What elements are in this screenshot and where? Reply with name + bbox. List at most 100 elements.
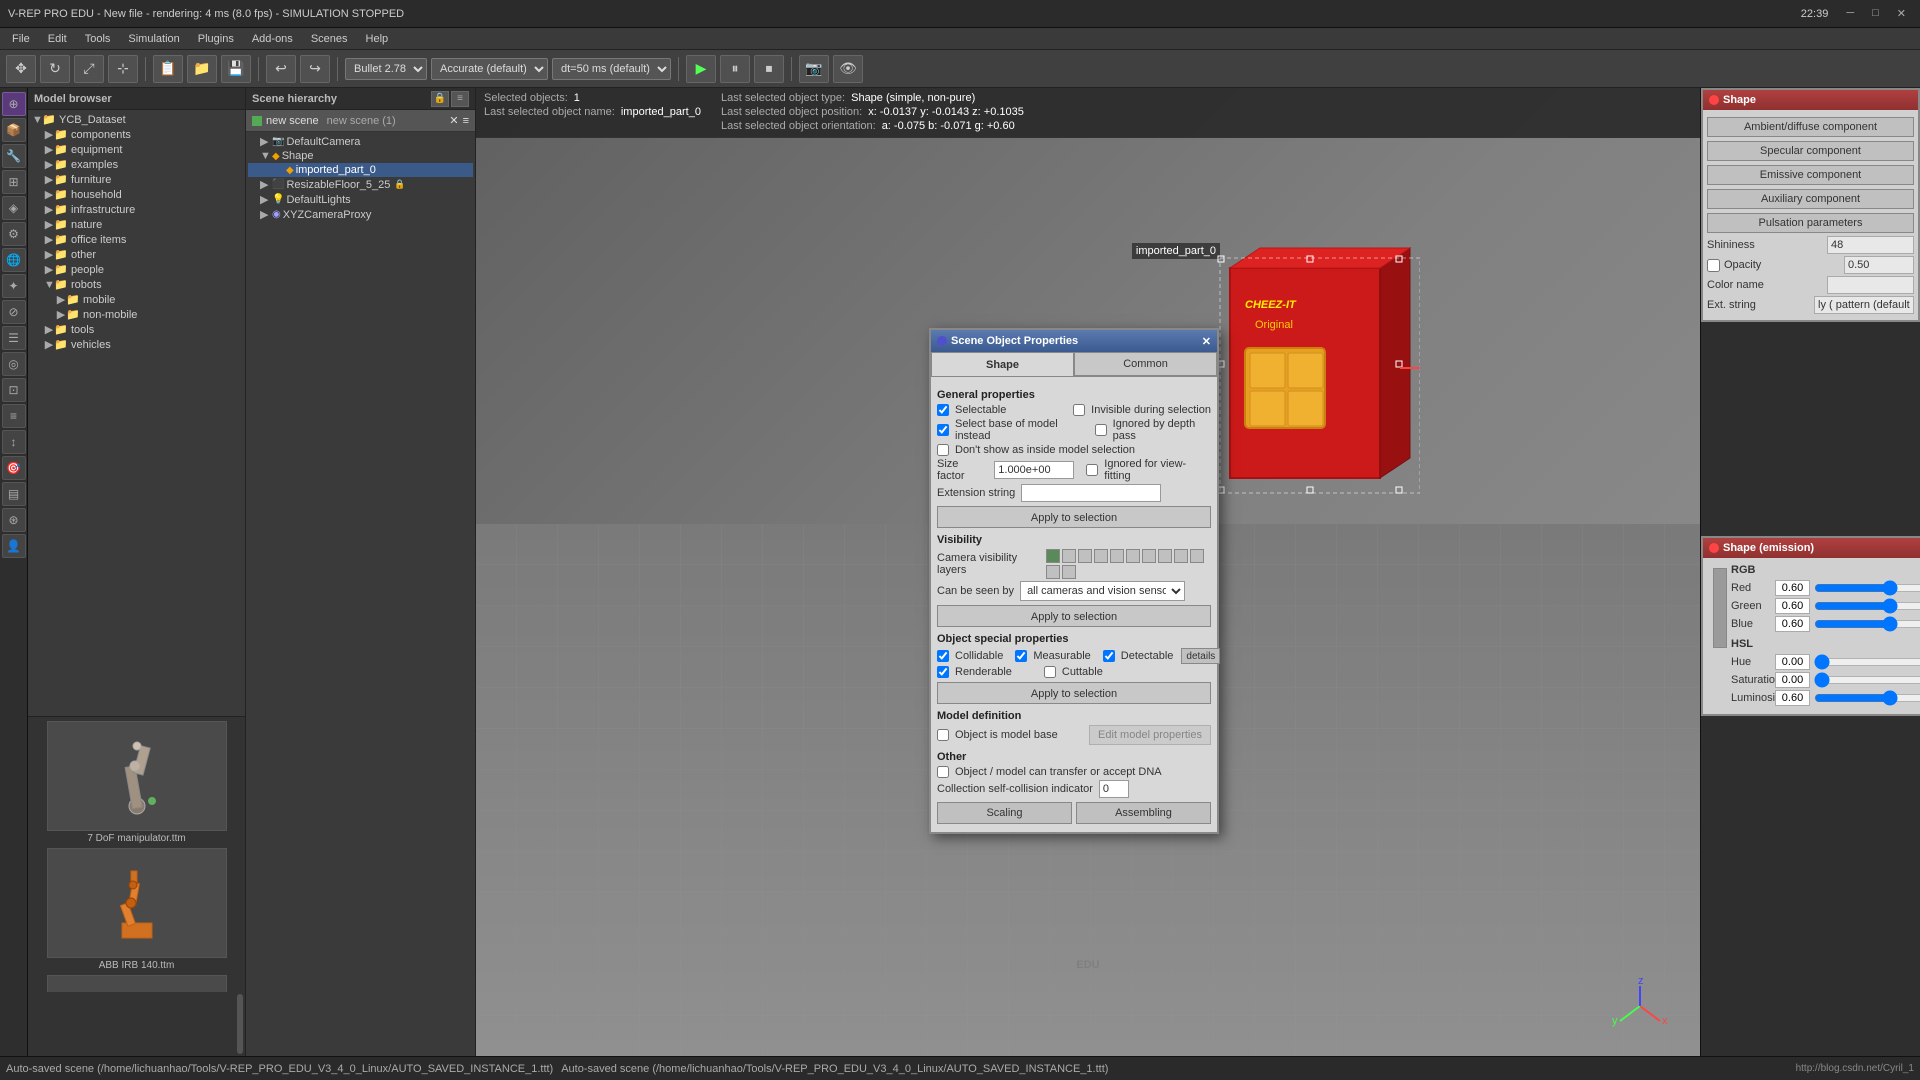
toolbar-rotate-btn[interactable]: ↻	[40, 55, 70, 83]
sidebar-icon-3[interactable]: 🔧	[2, 144, 26, 168]
collection-input[interactable]	[1099, 780, 1129, 798]
measurable-checkbox[interactable]	[1015, 650, 1027, 662]
ambient-btn[interactable]: Ambient/diffuse component	[1707, 117, 1914, 137]
detectable-checkbox[interactable]	[1103, 650, 1115, 662]
toolbar-undo-btn[interactable]: ↩	[266, 55, 296, 83]
view-btn[interactable]: 👁	[833, 55, 863, 83]
sidebar-icon-5[interactable]: ◈	[2, 196, 26, 220]
menu-tools[interactable]: Tools	[77, 31, 119, 47]
layer-2[interactable]	[1062, 549, 1076, 563]
scaling-btn[interactable]: Scaling	[937, 802, 1072, 824]
saturation-slider[interactable]	[1814, 672, 1920, 688]
menu-edit[interactable]: Edit	[40, 31, 75, 47]
sidebar-icon-2[interactable]: 📦	[2, 118, 26, 142]
tree-item-vehicles[interactable]: ▶ 📁 vehicles	[28, 337, 245, 352]
renderable-checkbox[interactable]	[937, 666, 949, 678]
view-fitting-checkbox[interactable]	[1086, 464, 1098, 476]
scene-tree-proxy[interactable]: ▶ ◉ XYZCameraProxy	[248, 207, 473, 222]
dna-checkbox[interactable]	[937, 766, 949, 778]
saturation-input[interactable]	[1775, 672, 1810, 688]
apply-btn-3[interactable]: Apply to selection	[937, 682, 1211, 704]
tree-item-mobile[interactable]: ▶ 📁 mobile	[28, 292, 245, 307]
layer-8[interactable]	[1158, 549, 1172, 563]
sidebar-icon-13[interactable]: ≡	[2, 404, 26, 428]
menu-simulation[interactable]: Simulation	[120, 31, 187, 47]
sidebar-icon-15[interactable]: 🎯	[2, 456, 26, 480]
menu-file[interactable]: File	[4, 31, 38, 47]
tree-item-people[interactable]: ▶ 📁 people	[28, 262, 245, 277]
tree-item-components[interactable]: ▶ 📁 components	[28, 127, 245, 142]
menu-addons[interactable]: Add-ons	[244, 31, 301, 47]
cuttable-checkbox[interactable]	[1044, 666, 1056, 678]
tree-item-nonmobile[interactable]: ▶ 📁 non-mobile	[28, 307, 245, 322]
tree-item-robots[interactable]: ▼ 📁 robots	[28, 277, 245, 292]
layer-9[interactable]	[1174, 549, 1188, 563]
scene-lock-btn[interactable]: 🔒	[431, 91, 449, 107]
scene-tree-shape[interactable]: ▼ ◆ Shape	[248, 149, 473, 163]
layer-3[interactable]	[1078, 549, 1092, 563]
invisible-checkbox[interactable]	[1073, 404, 1085, 416]
layer-4[interactable]	[1094, 549, 1108, 563]
toolbar-redo-btn[interactable]: ↪	[300, 55, 330, 83]
thumbnails-scroll[interactable]: 7 DoF manipulator.ttm ABB	[28, 717, 245, 992]
ext-string-shape-input[interactable]	[1814, 296, 1914, 314]
sidebar-icon-8[interactable]: ✦	[2, 274, 26, 298]
layer-1[interactable]	[1046, 549, 1060, 563]
layer-5[interactable]	[1110, 549, 1124, 563]
details-btn[interactable]: details	[1181, 648, 1220, 664]
color-name-input[interactable]	[1827, 276, 1914, 294]
thumb-7dof[interactable]: 7 DoF manipulator.ttm	[42, 721, 232, 844]
thumbnails-scrollbar[interactable]	[237, 994, 243, 1054]
scene-tree-imported[interactable]: ◆ imported_part_0	[248, 163, 473, 177]
tree-item-office[interactable]: ▶ 📁 office items	[28, 232, 245, 247]
sidebar-icon-17[interactable]: ⊛	[2, 508, 26, 532]
sidebar-icon-16[interactable]: ▤	[2, 482, 26, 506]
toolbar-select-btn[interactable]: ⊹	[108, 55, 138, 83]
pulsation-btn[interactable]: Pulsation parameters	[1707, 213, 1914, 233]
scene-config2-icon[interactable]: ≡	[463, 115, 469, 127]
selectable-checkbox[interactable]	[937, 404, 949, 416]
ext-string-input[interactable]	[1021, 484, 1161, 502]
camera-btn[interactable]: 📷	[799, 55, 829, 83]
scene-props-close-btn[interactable]: ✕	[1202, 335, 1211, 348]
scene-tree[interactable]: ▶ 📷 DefaultCamera ▼ ◆ Shape ◆ imported_p…	[246, 132, 475, 1056]
layer-11[interactable]	[1046, 565, 1060, 579]
sidebar-icon-9[interactable]: ⊘	[2, 300, 26, 324]
blue-slider[interactable]	[1814, 616, 1920, 632]
toolbar-new-btn[interactable]: 📋	[153, 55, 183, 83]
red-slider[interactable]	[1814, 580, 1920, 596]
toolbar-open-btn[interactable]: 📁	[187, 55, 217, 83]
apply-btn-2[interactable]: Apply to selection	[937, 605, 1211, 627]
scene-tree-camera[interactable]: ▶ 📷 DefaultCamera	[248, 134, 473, 149]
accuracy-combo[interactable]: Accurate (default)	[431, 58, 548, 80]
thumb-abb360[interactable]: ABB IRB 360.ttm	[42, 975, 232, 992]
specular-btn[interactable]: Specular component	[1707, 141, 1914, 161]
red-input[interactable]	[1775, 580, 1810, 596]
menu-help[interactable]: Help	[358, 31, 397, 47]
layer-7[interactable]	[1142, 549, 1156, 563]
menu-plugins[interactable]: Plugins	[190, 31, 242, 47]
hue-slider[interactable]	[1814, 654, 1920, 670]
opacity-checkbox[interactable]	[1707, 259, 1720, 272]
luminosity-input[interactable]	[1775, 690, 1810, 706]
thumb-abb140[interactable]: ABB IRB 140.ttm	[42, 848, 232, 971]
layer-10[interactable]	[1190, 549, 1204, 563]
shininess-input[interactable]	[1827, 236, 1914, 254]
can-be-seen-select[interactable]: all cameras and vision sensors	[1020, 581, 1185, 601]
tree-item-equipment[interactable]: ▶ 📁 equipment	[28, 142, 245, 157]
select-base-checkbox[interactable]	[937, 424, 949, 436]
sidebar-icon-1[interactable]: ⊕	[2, 92, 26, 116]
toolbar-save-btn[interactable]: 💾	[221, 55, 251, 83]
pause-btn[interactable]: ⏸	[720, 55, 750, 83]
toolbar-move-btn[interactable]: ✥	[6, 55, 36, 83]
blue-input[interactable]	[1775, 616, 1810, 632]
apply-btn-1[interactable]: Apply to selection	[937, 506, 1211, 528]
hue-input[interactable]	[1775, 654, 1810, 670]
scene-config-btn[interactable]: ≡	[451, 91, 469, 107]
sidebar-icon-18[interactable]: 👤	[2, 534, 26, 558]
sidebar-icon-6[interactable]: ⚙	[2, 222, 26, 246]
tree-item-nature[interactable]: ▶ 📁 nature	[28, 217, 245, 232]
maximize-btn[interactable]: □	[1866, 5, 1885, 22]
model-base-checkbox[interactable]	[937, 729, 949, 741]
tree-item-household[interactable]: ▶ 📁 household	[28, 187, 245, 202]
